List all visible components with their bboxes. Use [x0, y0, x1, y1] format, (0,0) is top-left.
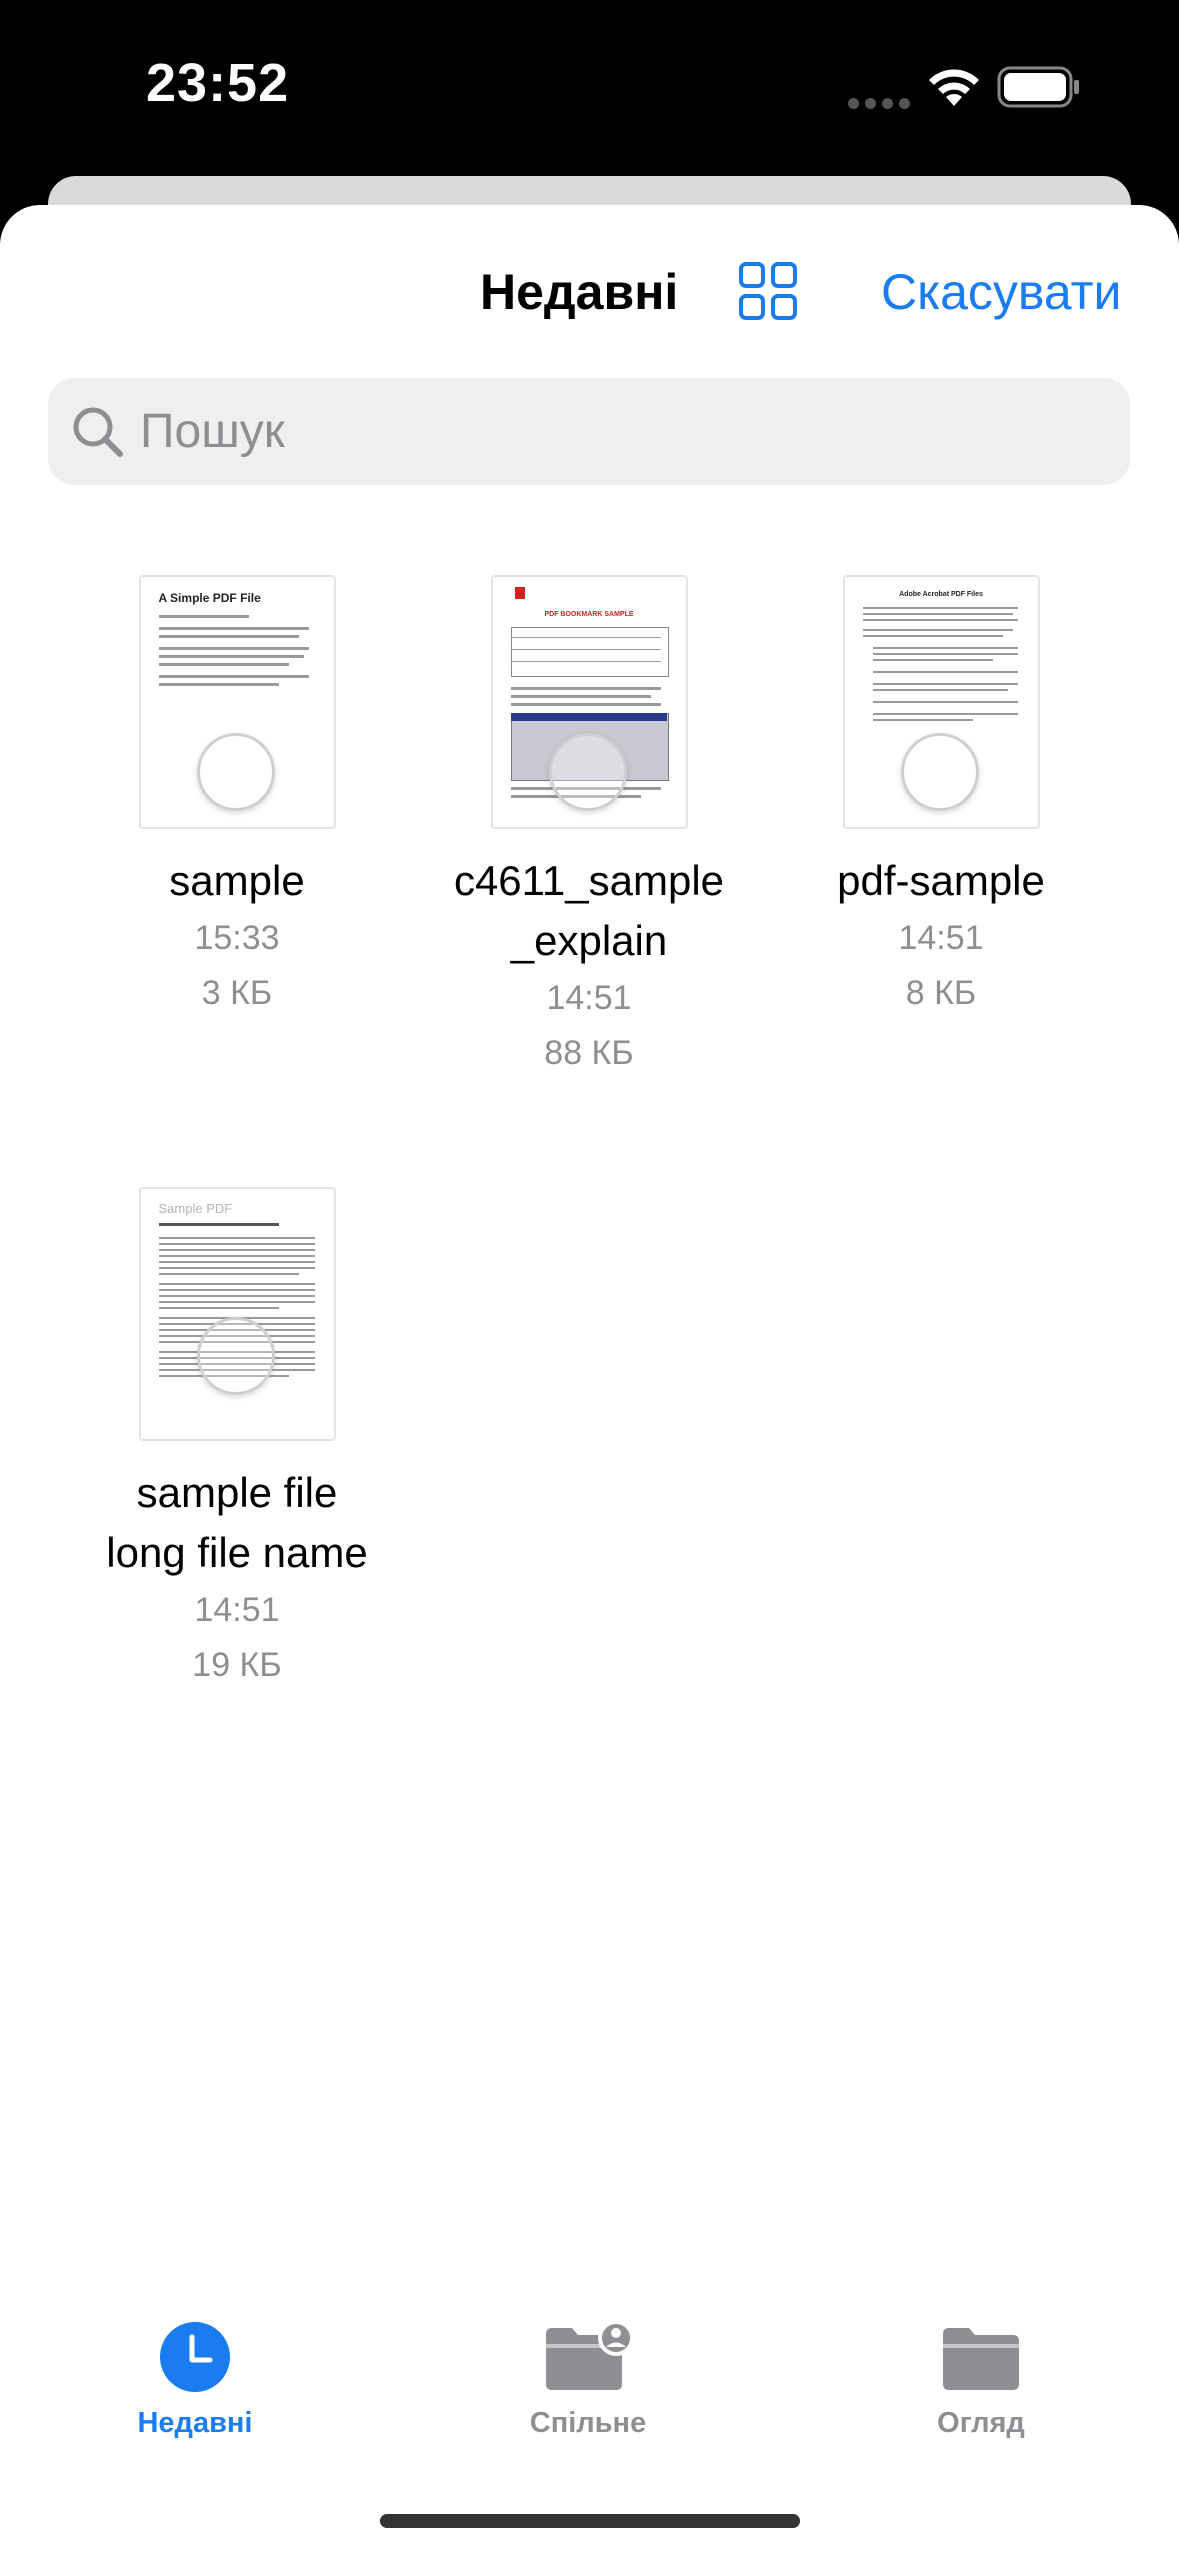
file-size: 3 КБ — [201, 974, 273, 1012]
file-thumbnail: A Simple PDF File — [138, 575, 336, 829]
file-thumbnail: Sample PDF — [138, 1187, 336, 1441]
status-time: 23:52 — [146, 53, 290, 113]
tab-label: Недавні — [137, 2407, 253, 2439]
file-item-sample[interactable]: A Simple PDF File sample 15:33 3 КБ — [57, 575, 417, 1021]
tab-browse[interactable]: Огляд — [851, 2320, 1111, 2440]
status-bar: 23:52 — [0, 0, 1179, 175]
file-size: 88 КБ — [544, 1034, 634, 1072]
file-name: sample file long file name — [57, 1463, 417, 1583]
file-time: 14:51 — [546, 979, 632, 1017]
tab-shared[interactable]: Спільне — [458, 2320, 718, 2440]
file-size: 8 КБ — [905, 974, 977, 1012]
tab-label: Спільне — [529, 2407, 647, 2439]
document-picker-sheet: Недавні Скасувати A Simple PDF File samp… — [0, 205, 1179, 2556]
tab-label: Огляд — [937, 2407, 1025, 2439]
loading-spinner — [196, 1317, 275, 1395]
page-title: Недавні — [480, 264, 679, 320]
file-name-line: _explain — [510, 917, 668, 964]
file-item-sample-file-long-file-name[interactable]: Sample PDF sample file long file name 14… — [57, 1187, 417, 1693]
file-name: c4611_sample _explain — [409, 851, 769, 971]
clock-icon — [160, 2322, 230, 2392]
home-indicator[interactable] — [380, 2514, 800, 2528]
search-input[interactable] — [140, 378, 1100, 485]
pdf-logo-icon — [514, 587, 525, 599]
file-thumbnail: PDF BOOKMARK SAMPLE — [490, 575, 688, 829]
loading-spinner — [548, 733, 627, 811]
battery-icon — [997, 66, 1079, 108]
file-item-c4611-sample-explain[interactable]: PDF BOOKMARK SAMPLE c4611_sample _explai… — [409, 575, 769, 1081]
cellular-signal-icon — [848, 96, 916, 114]
loading-spinner — [196, 733, 275, 811]
file-name: pdf-sample — [837, 857, 1045, 904]
file-time: 15:33 — [194, 919, 280, 957]
thumbnail-title: Adobe Acrobat PDF Files — [899, 591, 983, 598]
file-time: 14:51 — [194, 1591, 280, 1629]
file-name: sample — [169, 857, 305, 904]
file-item-pdf-sample[interactable]: Adobe Acrobat PDF Files pdf-sample 14:51… — [761, 575, 1121, 1021]
file-name-line: long file name — [106, 1529, 368, 1576]
wifi-icon — [929, 69, 979, 106]
search-icon — [73, 407, 123, 457]
grid-view-icon[interactable] — [738, 261, 798, 321]
thumbnail-title: A Simple PDF File — [158, 591, 261, 605]
shared-folder-icon — [546, 2320, 634, 2390]
tab-recents[interactable]: Недавні — [65, 2320, 325, 2440]
loading-spinner — [900, 733, 979, 811]
thumbnail-title: Sample PDF — [158, 1201, 233, 1216]
file-thumbnail: Adobe Acrobat PDF Files — [842, 575, 1040, 829]
cancel-button[interactable]: Скасувати — [881, 263, 1121, 321]
file-name-line: sample file — [136, 1469, 338, 1516]
file-time: 14:51 — [898, 919, 984, 957]
thumbnail-title: PDF BOOKMARK SAMPLE — [544, 611, 634, 618]
search-bar[interactable] — [48, 378, 1130, 485]
file-size: 19 КБ — [192, 1646, 282, 1684]
file-name-line: c4611_sample — [453, 857, 725, 904]
folder-icon — [943, 2328, 1019, 2390]
